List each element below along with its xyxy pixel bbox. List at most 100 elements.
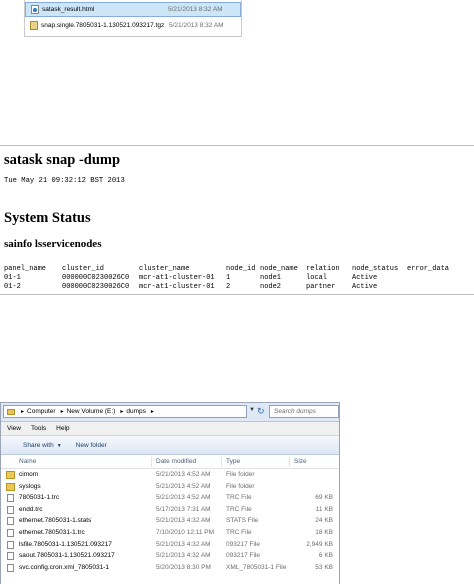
file-row-satask-result[interactable]: satask_result.html 5/21/2013 8:32 AM [25,2,241,17]
file-icon [7,563,14,572]
item-name: ethernet.7805031-1.trc [19,528,85,536]
cell-error-data [407,274,449,283]
service-nodes-table: panel_name cluster_id cluster_name node_… [4,265,449,292]
file-list: cimom 5/21/2013 4:52 AM File folder sysl… [1,469,339,574]
item-modified: 5/20/2013 8:30 PM [156,563,211,571]
item-type: STATS File [226,517,259,525]
item-size: 11 KB [315,505,333,513]
file-icon [7,494,14,503]
column-divider[interactable] [221,457,222,467]
item-modified: 5/21/2013 4:32 AM [156,517,211,525]
new-folder-button[interactable]: New folder [76,442,107,449]
menu-view[interactable]: View [7,425,21,432]
item-type: TRC File [226,505,252,513]
cell-node-id: 1 [226,274,231,282]
breadcrumb-computer[interactable]: Computer [27,408,56,415]
item-type: XML_7805031-1 File [226,563,287,571]
breadcrumb[interactable]: ▸ Computer ▸ New Volume (E:) ▸ dumps ▸ [3,405,247,418]
column-divider[interactable] [151,457,152,467]
menu-help[interactable]: Help [56,425,69,432]
breadcrumb-dumps[interactable]: dumps [126,408,146,415]
archive-file-icon [30,21,38,30]
search-input[interactable]: Search dumps [269,405,339,418]
cell-relation: partner [306,283,336,291]
item-type: File folder [226,482,255,490]
column-date-modified[interactable]: Date modified [156,458,196,465]
list-item[interactable]: cimom 5/21/2013 4:52 AM File folder [1,469,339,481]
folder-icon [7,408,15,415]
item-type: TRC File [226,528,252,536]
item-type: File folder [226,471,255,478]
cell-node-status: Active [352,274,378,282]
search-placeholder: Search dumps [274,408,316,415]
list-item[interactable]: endd.trc 5/17/2013 7:31 AM TRC File 11 K… [1,504,339,516]
file-icon [7,528,14,537]
cell-panel-name: 01-2 [4,283,21,291]
file-icon [7,540,14,549]
header-error-data: error_data [407,265,450,273]
address-bar: ▸ Computer ▸ New Volume (E:) ▸ dumps ▸ ▼… [1,403,339,422]
item-type: 093217 File [226,540,260,548]
header-node-name: node_name [260,265,298,273]
folder-icon [6,471,15,479]
command-bar: Share with ▼ New folder [1,436,339,455]
explorer-window: ▸ Computer ▸ New Volume (E:) ▸ dumps ▸ ▼… [0,402,340,584]
column-divider[interactable] [289,457,290,467]
item-type: TRC File [226,494,252,502]
item-type: 093217 File [226,552,260,560]
breadcrumb-new-volume[interactable]: New Volume (E:) [67,408,116,415]
item-modified: 5/17/2013 7:31 AM [156,505,211,513]
column-header: Name Date modified Type Size [1,455,339,469]
column-name[interactable]: Name [19,458,36,465]
file-icon [7,552,14,561]
item-name: svc.config.cron.xml_7805031-1 [19,563,109,571]
list-item[interactable]: 7805031-1.trc 5/21/2013 4:52 AM TRC File… [1,492,339,504]
top-file-list: satask_result.html 5/21/2013 8:32 AM sna… [24,0,242,37]
list-item[interactable]: lsfile.7805031-1.130521.093217 5/21/2013… [1,539,339,551]
cell-node-status: Active [352,283,378,291]
column-size[interactable]: Size [294,458,307,465]
header-cluster-id: cluster_id [62,265,105,273]
item-modified: 5/21/2013 4:52 AM [156,482,211,490]
lsservicenodes-heading: sainfo lsservicenodes [4,238,102,250]
header-node-id: node_id [226,265,256,273]
header-cluster-name: cluster_name [139,265,190,273]
list-item[interactable]: syslogs 5/21/2013 4:52 AM File folder [1,481,339,493]
snap-title: satask snap -dump [4,152,121,168]
snap-date: Tue May 21 09:32:12 BST 2013 [4,177,125,185]
item-modified: 7/10/2010 12:11 PM [156,528,215,536]
item-name: saout.7805031-1.130521.093217 [19,552,115,560]
cell-cluster-name: mcr-at1-cluster-01 [139,274,215,282]
chevron-right-icon: ▸ [60,409,64,415]
chevron-right-icon: ▸ [150,409,154,415]
refresh-icon[interactable]: ↻ [257,406,265,416]
cell-panel-name: 01-1 [4,274,21,282]
cell-relation: local [306,274,328,282]
list-item[interactable]: ethernet.7805031-1.stats 5/21/2013 4:32 … [1,515,339,527]
column-type[interactable]: Type [226,458,240,465]
file-row-snap-tgz[interactable]: snap.single.7805031-1.130521.093217.tgz … [25,18,241,33]
chevron-down-icon[interactable]: ▼ [249,407,255,413]
list-item[interactable]: ethernet.7805031-1.trc 7/10/2010 12:11 P… [1,527,339,539]
menu-bar: View Tools Help [1,422,339,436]
cell-cluster-name: mcr-at1-cluster-01 [139,283,215,291]
item-name: lsfile.7805031-1.130521.093217 [19,540,112,548]
file-name: satask_result.html [42,6,95,13]
cell-cluster-id: 000000C0230026C0 [62,283,130,291]
item-name: 7805031-1.trc [19,494,60,502]
table-header-row: panel_name cluster_id cluster_name node_… [4,265,449,274]
item-name: cimom [19,471,39,478]
system-status-heading: System Status [4,210,91,226]
list-item[interactable]: svc.config.cron.xml_7805031-1 5/20/2013 … [1,562,339,574]
list-item[interactable]: saout.7805031-1.130521.093217 5/21/2013 … [1,550,339,562]
share-with-button[interactable]: Share with ▼ [23,442,62,449]
item-name: ethernet.7805031-1.stats [19,517,92,525]
table-row: 01-1 000000C0230026C0 mcr-at1-cluster-01… [4,274,449,283]
item-name: endd.trc [19,505,43,513]
html-file-icon [31,5,39,14]
file-date: 5/21/2013 8:32 AM [169,22,224,29]
menu-tools[interactable]: Tools [31,425,46,432]
chevron-down-icon: ▼ [56,442,62,449]
chevron-right-icon: ▸ [21,409,25,415]
file-date: 5/21/2013 8:32 AM [168,6,223,13]
